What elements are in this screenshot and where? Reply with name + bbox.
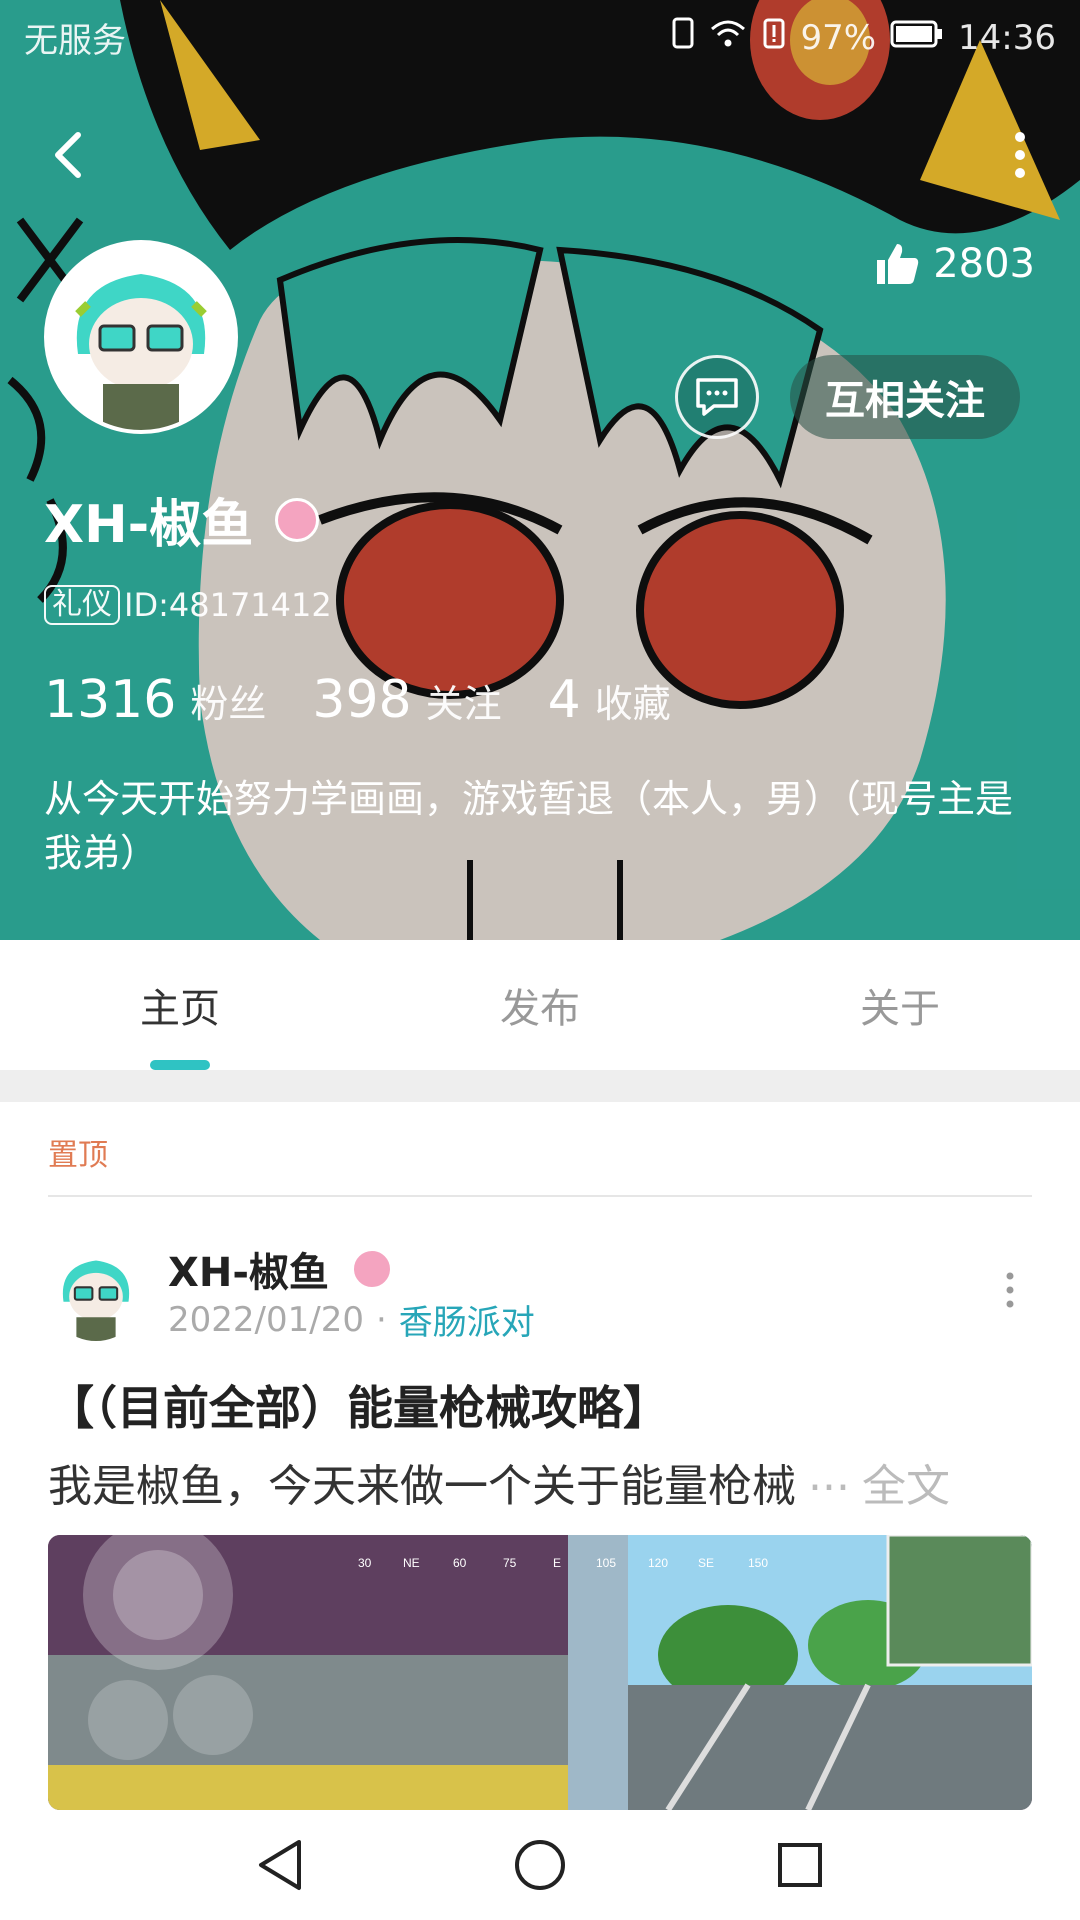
post-date: 2022/01/20 xyxy=(168,1299,364,1340)
compass-label: 60 xyxy=(453,1556,467,1570)
tab-home-label: 主页 xyxy=(140,986,220,1032)
post-topic-link[interactable]: 香肠派对 xyxy=(399,1295,535,1344)
post-author-name: XH-椒鱼 xyxy=(168,1250,329,1296)
profile-header: 无服务 97% 14:36 2803 互相关注 XH-椒鱼 礼仪 ID:4817… xyxy=(0,0,1080,940)
post-image[interactable]: 30 NE 60 75 E 105 120 SE 150 xyxy=(48,1535,1032,1810)
excerpt-ellipsis: ... xyxy=(808,1450,850,1501)
post-avatar-illustration xyxy=(48,1245,144,1341)
followers-count[interactable]: 1316 xyxy=(44,670,176,730)
circle-home-icon xyxy=(515,1840,565,1890)
profile-bio: 从今天开始努力学画画，游戏暂退（本人，男）（现号主是我弟） xyxy=(44,777,1014,875)
post-author-avatar[interactable] xyxy=(48,1245,144,1341)
etiquette-tag: 礼仪 xyxy=(44,585,120,625)
tab-posts-label: 发布 xyxy=(500,986,580,1032)
profile-nickname: XH-椒鱼 xyxy=(44,482,320,557)
pinned-label: 置顶 xyxy=(48,1138,108,1173)
thumbs-up-icon xyxy=(877,244,919,284)
game-screenshot: 30 NE 60 75 E 105 120 SE 150 xyxy=(48,1535,1032,1810)
carrier-text: 无服务 xyxy=(24,21,126,61)
following-count[interactable]: 398 xyxy=(312,670,411,730)
post-meta: 2022/01/20 · 香肠派对 xyxy=(168,1295,535,1344)
nav-home-button[interactable] xyxy=(510,1835,570,1895)
status-bar: 无服务 97% 14:36 xyxy=(0,0,1080,75)
post-more-button[interactable] xyxy=(1000,1270,1020,1310)
chat-button[interactable] xyxy=(675,355,759,439)
profile-avatar[interactable] xyxy=(44,240,238,434)
triangle-back-icon xyxy=(259,1840,301,1890)
chevron-left-icon xyxy=(55,132,81,178)
system-nav-bar xyxy=(0,1810,1080,1920)
user-id: ID:48171412 xyxy=(124,586,332,624)
likes-counter[interactable]: 2803 xyxy=(873,240,1035,288)
likes-count: 2803 xyxy=(933,241,1035,287)
sim-icon xyxy=(672,17,694,58)
nav-back-button[interactable] xyxy=(250,1835,310,1895)
profile-tabs: 主页 发布 关于 xyxy=(0,940,1080,1070)
anniversary-badge-icon xyxy=(275,497,320,542)
nav-recents-button[interactable] xyxy=(770,1835,830,1895)
following-label[interactable]: 关注 xyxy=(426,673,502,728)
compass-label: 150 xyxy=(748,1556,768,1570)
compass-label: 120 xyxy=(648,1556,668,1570)
post-excerpt[interactable]: 我是椒鱼，今天来做一个关于能量枪械 ... 全文 xyxy=(48,1450,950,1514)
wifi-icon xyxy=(708,17,748,58)
author-badge-icon xyxy=(350,1248,393,1290)
mutual-follow-button[interactable]: 互相关注 xyxy=(790,355,1020,439)
compass-label: NE xyxy=(403,1556,420,1570)
user-id-row: 礼仪 ID:48171412 xyxy=(44,585,332,625)
tab-about-label: 关于 xyxy=(860,986,940,1032)
message-bubble-icon xyxy=(696,378,738,416)
tab-about[interactable]: 关于 xyxy=(720,940,1080,1070)
clock: 14:36 xyxy=(958,17,1056,58)
section-divider xyxy=(0,1070,1080,1102)
compass-label: 30 xyxy=(358,1556,372,1570)
battery-alert-icon xyxy=(762,17,786,58)
favorites-count[interactable]: 4 xyxy=(548,670,581,730)
card-divider xyxy=(48,1195,1032,1197)
active-tab-indicator xyxy=(150,1060,210,1070)
compass-label: 105 xyxy=(596,1556,616,1570)
compass-label: 75 xyxy=(503,1556,517,1570)
nickname-text: XH-椒鱼 xyxy=(44,495,254,555)
compass-label: E xyxy=(553,1556,561,1570)
profile-stats: 1316 粉丝 398 关注 4 收藏 xyxy=(44,670,717,730)
favorites-label[interactable]: 收藏 xyxy=(595,673,671,728)
battery-icon xyxy=(890,18,944,58)
more-options-button[interactable] xyxy=(1000,125,1040,185)
post-author[interactable]: XH-椒鱼 xyxy=(168,1240,393,1298)
meta-separator: · xyxy=(375,1299,387,1340)
tab-posts[interactable]: 发布 xyxy=(360,940,720,1070)
read-more-link[interactable]: 全文 xyxy=(862,1450,950,1514)
avatar-illustration xyxy=(48,244,234,430)
battery-percent: 97% xyxy=(800,17,877,58)
status-icons: 97% 14:36 xyxy=(672,17,1056,58)
tab-home[interactable]: 主页 xyxy=(0,940,360,1070)
vertical-dots-icon xyxy=(1006,1272,1014,1308)
square-recents-icon xyxy=(778,1843,822,1887)
back-button[interactable] xyxy=(40,125,100,185)
followers-label[interactable]: 粉丝 xyxy=(190,673,266,728)
compass-label: SE xyxy=(698,1556,714,1570)
vertical-dots-icon xyxy=(1015,132,1025,178)
post-title[interactable]: 【（目前全部）能量枪械攻略】 xyxy=(48,1372,669,1438)
post-excerpt-text: 我是椒鱼，今天来做一个关于能量枪械 xyxy=(48,1461,796,1512)
